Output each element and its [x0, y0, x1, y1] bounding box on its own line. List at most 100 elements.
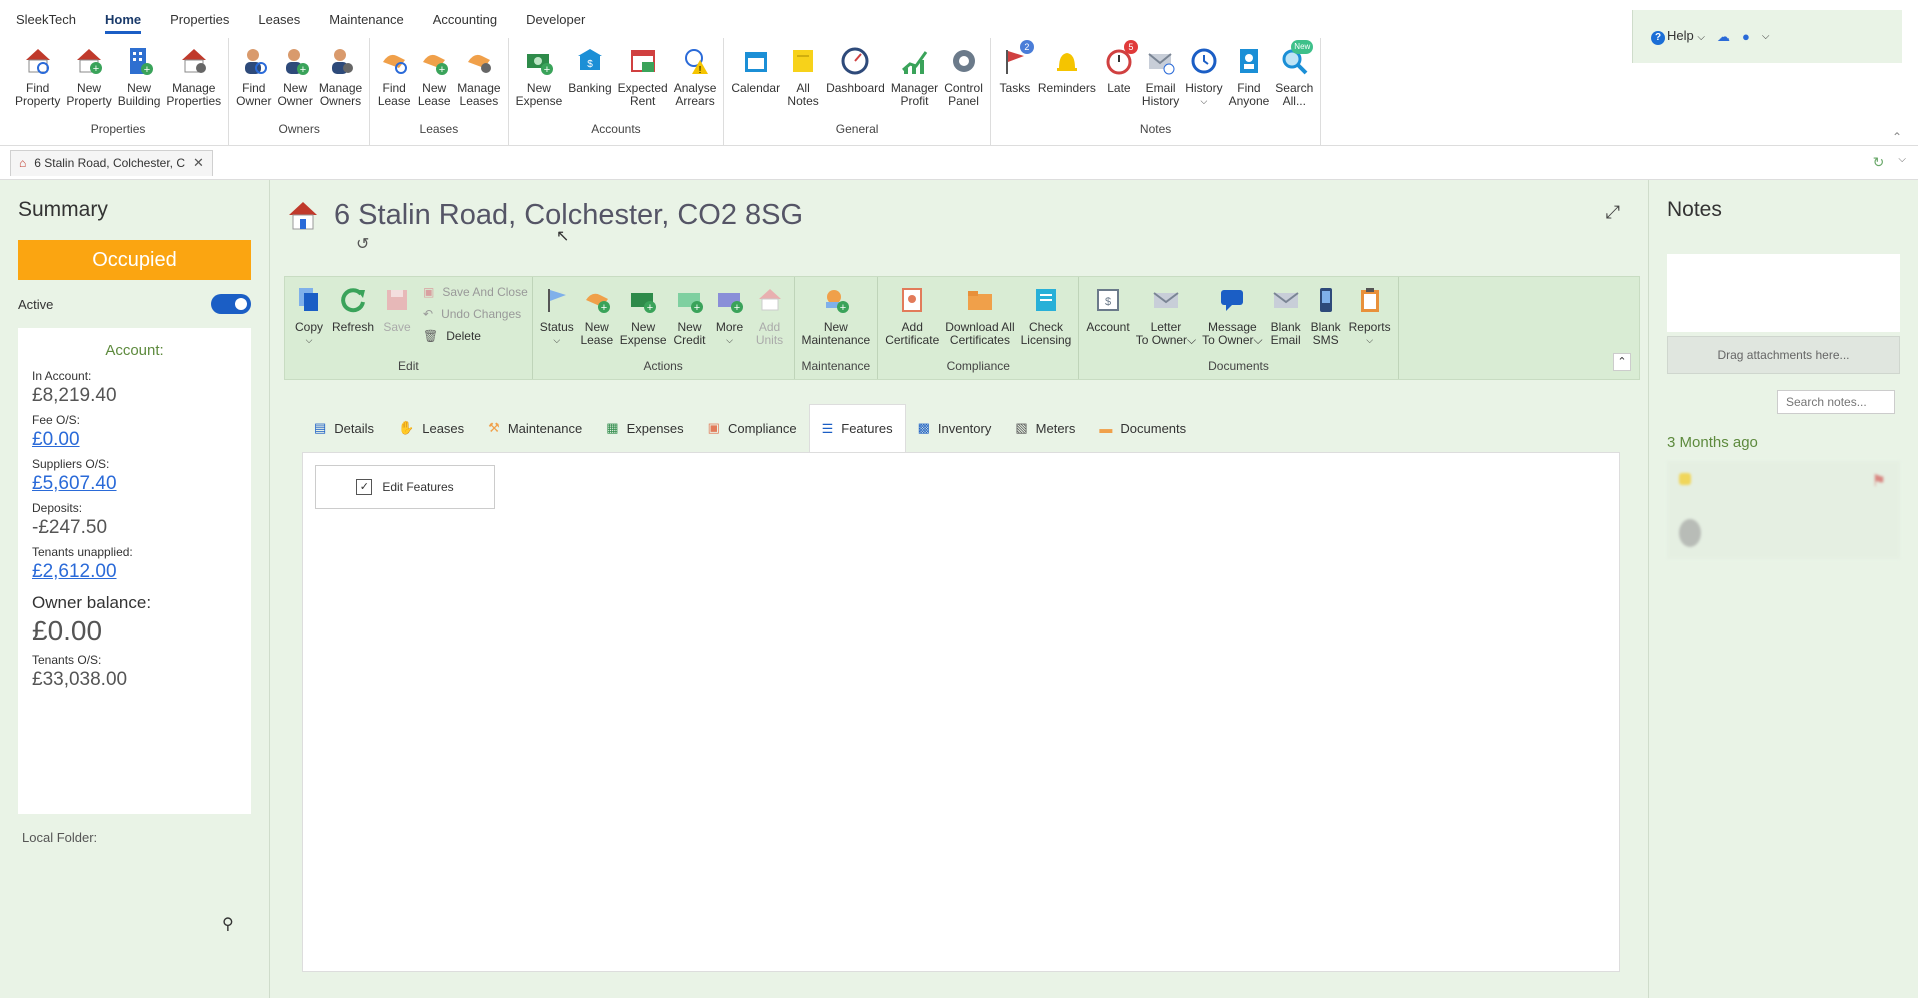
- fee-os-link[interactable]: £0.00: [32, 429, 237, 451]
- phone-icon: [1309, 283, 1343, 317]
- undo-changes-button[interactable]: ↶ Undo Changes: [423, 307, 528, 321]
- account-card: Account: In Account: £8,219.40 Fee O/S: …: [18, 328, 251, 814]
- dashboard-button[interactable]: Dashboard: [823, 44, 888, 120]
- find-lease-button[interactable]: Find Lease: [374, 44, 414, 120]
- drag-attachments-zone[interactable]: Drag attachments here...: [1667, 336, 1900, 374]
- btn-label: Leases: [459, 94, 499, 108]
- tenants-os-value: £33,038.00: [32, 669, 128, 690]
- add-units-button[interactable]: Add Units: [750, 283, 790, 357]
- menu-properties[interactable]: Properties: [170, 12, 229, 27]
- menu-developer[interactable]: Developer: [526, 12, 585, 27]
- more-button[interactable]: + More ⌵: [710, 283, 750, 357]
- new-expense-action-button[interactable]: + New Expense: [617, 283, 670, 357]
- analyse-arrears-button[interactable]: ! Analyse Arrears: [671, 44, 720, 120]
- message-to-owner-button[interactable]: Message To Owner⌵: [1199, 283, 1265, 357]
- letter-to-owner-button[interactable]: Letter To Owner⌵: [1133, 283, 1199, 357]
- note-card[interactable]: ⚑: [1667, 461, 1900, 559]
- collapse-ribbon-icon[interactable]: ⌃: [1613, 353, 1631, 371]
- tab-documents[interactable]: ▬ Documents: [1087, 404, 1198, 452]
- menu-home[interactable]: Home: [104, 12, 142, 34]
- search-all-button[interactable]: New Search All...: [1272, 40, 1316, 120]
- tab-expenses[interactable]: ▦ Expenses: [594, 404, 695, 452]
- new-property-button[interactable]: + New Property: [63, 44, 114, 120]
- tasks-button[interactable]: 2 Tasks: [995, 40, 1035, 120]
- history-button[interactable]: History ⌵: [1182, 44, 1225, 120]
- tab-compliance[interactable]: ▣ Compliance: [696, 404, 809, 452]
- tab-details[interactable]: ▤ Details: [302, 404, 386, 452]
- download-certificates-button[interactable]: Download All Certificates: [942, 283, 1017, 357]
- btn-label: Reminders: [1037, 81, 1096, 95]
- add-certificate-button[interactable]: Add Certificate: [882, 283, 942, 357]
- refresh-button[interactable]: Refresh: [329, 283, 377, 357]
- edit-features-button[interactable]: ✓ Edit Features: [315, 465, 495, 509]
- new-expense-button[interactable]: + New Expense: [513, 44, 566, 120]
- manage-owners-button[interactable]: Manage Owners: [316, 44, 365, 120]
- svg-text:+: +: [840, 302, 846, 314]
- menu-leases[interactable]: Leases: [258, 12, 300, 27]
- refresh-status-icon[interactable]: ↻: [1873, 154, 1885, 171]
- menu-maintenance[interactable]: Maintenance: [329, 12, 403, 27]
- main-ribbon: Find Property + New Property + New Building…: [0, 38, 1918, 146]
- new-lease-button[interactable]: + New Lease: [414, 44, 454, 120]
- control-panel-button[interactable]: Control Panel: [941, 44, 986, 120]
- note-icon: [1679, 473, 1691, 485]
- collapse-ribbon-icon[interactable]: ⌃: [1892, 130, 1902, 144]
- document-tab[interactable]: ⌂ 6 Stalin Road, Colchester, C ✕: [10, 149, 213, 176]
- email-history-button[interactable]: Email History: [1139, 44, 1182, 120]
- late-button[interactable]: 5 Late: [1099, 40, 1139, 120]
- tab-maintenance[interactable]: ⚒ Maintenance: [476, 404, 594, 452]
- tenants-unapplied-link[interactable]: £2,612.00: [32, 561, 237, 583]
- copy-button[interactable]: Copy ⌵: [289, 283, 329, 357]
- calendar-icon: [739, 44, 773, 78]
- btn-label: Panel: [948, 94, 979, 108]
- close-icon[interactable]: ✕: [193, 155, 204, 171]
- reports-button[interactable]: Reports ⌵: [1346, 283, 1394, 357]
- btn-label: History: [1141, 94, 1180, 108]
- account-button[interactable]: $ Account: [1083, 283, 1132, 357]
- status-button[interactable]: Status ⌵: [537, 283, 577, 357]
- tab-inventory[interactable]: ▩ Inventory: [906, 404, 1004, 452]
- history-icon[interactable]: ↺: [356, 234, 1640, 254]
- new-maintenance-button[interactable]: + New Maintenance: [799, 283, 874, 357]
- tab-meters[interactable]: ▧ Meters: [1003, 404, 1087, 452]
- account-heading: Account:: [105, 342, 164, 359]
- new-credit-button[interactable]: + New Credit: [670, 283, 710, 357]
- ribbon-group-notes: 2 Tasks Reminders 5 Late Email History Hi…: [991, 38, 1322, 145]
- save-and-close-button[interactable]: ▣ Save And Close: [423, 285, 528, 299]
- expand-icon[interactable]: ⤢: [1606, 202, 1620, 223]
- save-button[interactable]: Save: [377, 283, 417, 357]
- envelope-icon: [1149, 283, 1183, 317]
- status-badge[interactable]: Occupied: [18, 240, 251, 280]
- search-icon[interactable]: ⚲: [222, 914, 234, 934]
- manage-properties-button[interactable]: Manage Properties: [163, 44, 224, 120]
- find-property-button[interactable]: Find Property: [12, 44, 63, 120]
- search-notes-input[interactable]: [1777, 390, 1895, 414]
- blank-sms-button[interactable]: Blank SMS: [1306, 283, 1346, 357]
- tab-features[interactable]: ☰ Features: [808, 404, 906, 452]
- manager-profit-button[interactable]: Manager Profit: [888, 44, 941, 120]
- delete-button[interactable]: 🗑 Delete: [423, 329, 528, 343]
- calendar-button[interactable]: Calendar: [728, 44, 783, 120]
- new-building-button[interactable]: + New Building: [115, 44, 164, 120]
- manage-leases-button[interactable]: Manage Leases: [454, 44, 503, 120]
- banking-button[interactable]: $ Banking: [565, 44, 614, 120]
- all-notes-button[interactable]: All Notes: [783, 44, 823, 120]
- menu-accounting[interactable]: Accounting: [433, 12, 497, 27]
- top-menu-bar: SleekTech Home Properties Leases Mainten…: [0, 0, 1918, 63]
- save-icon: ▣: [423, 285, 435, 299]
- check-licensing-button[interactable]: Check Licensing: [1018, 283, 1075, 357]
- chevron-down-icon[interactable]: ⌵: [1898, 154, 1906, 171]
- find-owner-button[interactable]: Find Owner: [233, 44, 274, 120]
- menu-app-name[interactable]: SleekTech: [16, 12, 76, 27]
- active-toggle[interactable]: [211, 294, 251, 314]
- suppliers-os-link[interactable]: £5,607.40: [32, 473, 237, 495]
- btn-label-text: To Owner: [1202, 333, 1254, 347]
- note-input[interactable]: [1667, 254, 1900, 332]
- expected-rent-button[interactable]: Expected Rent: [615, 44, 671, 120]
- reminders-button[interactable]: Reminders: [1035, 44, 1099, 120]
- blank-email-button[interactable]: Blank Email: [1266, 283, 1306, 357]
- new-lease-action-button[interactable]: + New Lease: [577, 283, 617, 357]
- tab-leases[interactable]: ✋ Leases: [386, 404, 476, 452]
- new-owner-button[interactable]: + New Owner: [274, 44, 315, 120]
- find-anyone-button[interactable]: Find Anyone: [1226, 44, 1273, 120]
